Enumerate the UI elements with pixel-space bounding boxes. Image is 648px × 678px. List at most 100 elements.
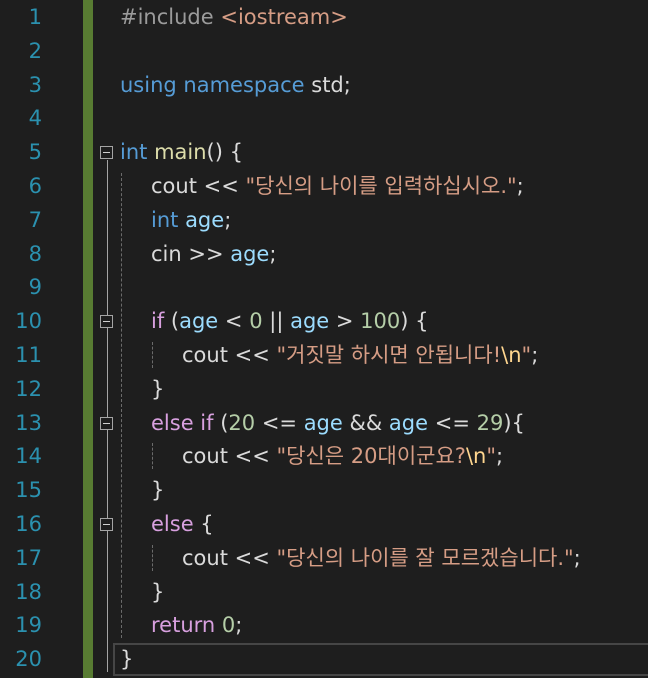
code-token-esc: \n: [501, 343, 522, 367]
code-line[interactable]: else if (20 <= age && age <= 29){: [151, 406, 525, 440]
indent-guide: [152, 443, 153, 470]
line-number: 12: [15, 376, 42, 401]
code-token-txt: cout <<: [151, 174, 246, 198]
line-number: 8: [28, 241, 42, 266]
code-line[interactable]: }: [151, 473, 164, 507]
code-token-ctl: return: [151, 613, 222, 638]
code-line[interactable]: }: [120, 642, 133, 676]
change-tracking-bar: [83, 0, 93, 678]
line-number: 5: [28, 140, 42, 165]
code-token-num: 29: [476, 410, 504, 435]
code-token-num: 0: [249, 309, 263, 334]
indent-guide: [152, 342, 153, 368]
line-number: 19: [15, 613, 42, 638]
code-token-var: age: [290, 309, 330, 334]
line-number: 11: [15, 343, 42, 367]
line-number: 4: [28, 106, 42, 131]
code-token-str: ": [486, 444, 496, 469]
code-token-txt: }: [151, 478, 165, 503]
code-line[interactable]: }: [151, 372, 164, 406]
indent-guide: [152, 544, 153, 571]
line-number: 1: [28, 5, 42, 29]
line-number: 10: [15, 309, 42, 334]
code-token-txt: ;: [516, 174, 524, 198]
code-line[interactable]: else {: [151, 507, 214, 541]
code-token-var: age: [185, 207, 225, 232]
code-line[interactable]: int main() {: [120, 135, 243, 169]
code-token-num: 100: [360, 309, 401, 334]
collapse-toggle-icon[interactable]: [100, 518, 113, 531]
line-number: 17: [15, 545, 42, 570]
code-token-txt: }: [120, 647, 134, 672]
code-line[interactable]: int age;: [151, 203, 231, 237]
code-token-str: "당신은 20대이군요?: [276, 444, 466, 469]
code-token-txt: &&: [342, 410, 389, 435]
collapse-toggle-icon[interactable]: [100, 146, 113, 160]
code-token-kw: int: [120, 140, 155, 165]
code-line[interactable]: cout << "당신은 20대이군요?\n";: [182, 439, 503, 473]
code-line[interactable]: }: [151, 575, 164, 609]
code-line[interactable]: if (age < 0 || age > 100) {: [151, 304, 428, 338]
line-number: 20: [15, 647, 42, 672]
line-number: 18: [15, 579, 42, 604]
code-token-str: ": [521, 343, 532, 367]
code-token-txt: ;: [573, 545, 581, 570]
line-number-gutter: 1 2 3 4 5 6 7 8 9 10 11 12 13 14 15 16 17 18 19 20: [0, 0, 60, 678]
code-token-txt: <=: [428, 410, 477, 435]
code-token-txt: ;: [496, 444, 504, 469]
code-token-txt: std;: [311, 72, 351, 97]
code-token-num: 20: [228, 410, 256, 435]
code-token-txt: }: [151, 376, 165, 401]
line-number: 2: [28, 38, 42, 63]
code-token-txt: ) {: [400, 309, 429, 334]
code-token-num: 0: [221, 613, 236, 638]
code-token-kw: int: [151, 207, 186, 232]
code-token-txt: ;: [235, 613, 243, 638]
code-token-txt: () {: [206, 140, 243, 165]
code-token-txt: {: [200, 512, 214, 536]
code-token-txt: ){: [503, 410, 525, 435]
code-token-inc: <iostream>: [220, 5, 348, 29]
code-token-txt: ||: [262, 309, 291, 334]
code-token-ctl: if: [151, 309, 171, 334]
line-number: 3: [28, 72, 42, 97]
line-number: 6: [28, 174, 42, 198]
code-line[interactable]: cin >> age;: [151, 237, 276, 271]
collapse-toggle-icon[interactable]: [100, 416, 113, 430]
code-token-var: age: [388, 410, 429, 435]
code-token-ctl: else if: [151, 410, 221, 435]
line-number: 7: [28, 207, 42, 232]
code-token-var: age: [230, 241, 270, 266]
code-token-esc: \n: [465, 444, 487, 469]
code-token-txt: cout <<: [182, 343, 277, 367]
code-token-var: age: [179, 309, 219, 334]
code-token-var: age: [303, 410, 343, 435]
code-token-txt: ;: [224, 207, 232, 232]
code-line[interactable]: cout << "당신의 나이를 잘 모르겠습니다.";: [182, 541, 581, 575]
line-number: 13: [15, 410, 42, 435]
code-token-str: "당신의 나이를 입력하십시오.": [245, 174, 517, 198]
code-token-str: "거짓말 하시면 안됩니다!: [276, 343, 502, 367]
code-token-txt: ;: [269, 241, 277, 266]
line-number: 15: [15, 478, 42, 503]
indent-guide: [121, 173, 122, 639]
code-token-txt: >: [329, 309, 361, 334]
code-token-txt: cout <<: [182, 444, 277, 469]
current-line-highlight: [113, 643, 648, 676]
line-number: 14: [15, 444, 42, 469]
code-line[interactable]: using namespace std;: [120, 68, 351, 102]
code-line[interactable]: #include <iostream>: [120, 0, 348, 34]
code-line[interactable]: cout << "거짓말 하시면 안됩니다!\n";: [182, 338, 538, 372]
code-token-txt: ;: [531, 343, 539, 367]
code-line[interactable]: cout << "당신의 나이를 입력하십시오.";: [151, 169, 524, 203]
line-number: 16: [15, 512, 42, 536]
code-token-txt: (: [170, 309, 180, 334]
code-token-txt: cout <<: [182, 545, 277, 570]
code-token-ctl: else: [151, 512, 201, 536]
code-token-txt: cin >>: [151, 241, 231, 266]
code-line[interactable]: return 0;: [151, 608, 242, 642]
code-token-fn: main: [154, 140, 207, 165]
collapse-toggle-icon[interactable]: [100, 315, 113, 329]
code-token-txt: <: [218, 309, 250, 334]
line-number: 9: [28, 275, 42, 300]
